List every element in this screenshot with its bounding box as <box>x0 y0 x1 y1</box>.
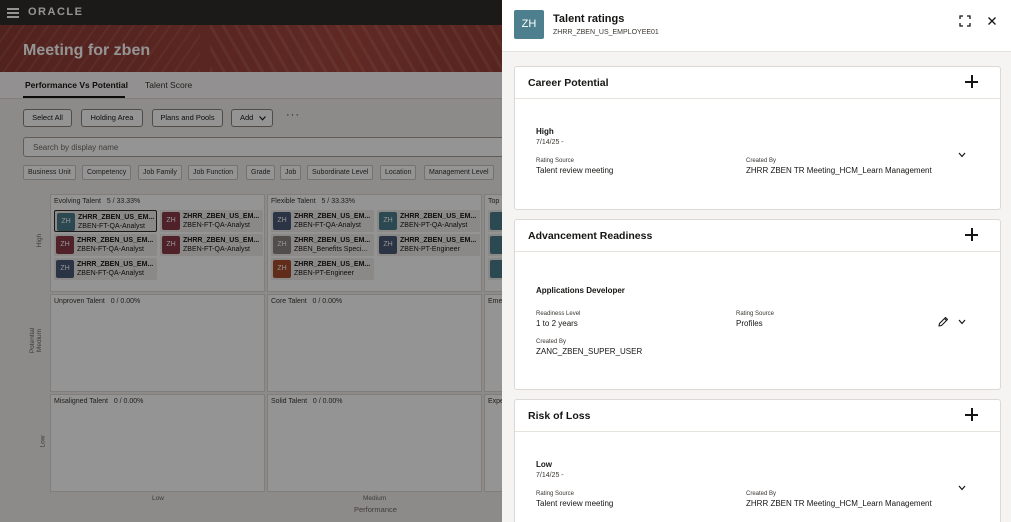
rating-source-value: Talent review meeting <box>536 166 614 175</box>
drawer-subtitle: ZHRR_ZBEN_US_EMPLOYEE01 <box>553 29 659 36</box>
field-label: Rating Source <box>536 491 575 497</box>
rating-date: 7/14/25 - <box>536 472 564 479</box>
section-title: Advancement Readiness <box>528 230 653 242</box>
advancement-value: Applications Developer <box>536 286 625 295</box>
career-potential-section: Career Potential High 7/14/25 - Rating S… <box>514 66 1001 210</box>
expand-icon[interactable] <box>958 14 972 28</box>
drawer-title: Talent ratings <box>553 13 625 25</box>
chevron-down-icon[interactable] <box>958 319 966 325</box>
field-label: Created By <box>746 491 777 497</box>
field-label: Readiness Level <box>536 311 581 317</box>
field-label: Rating Source <box>736 311 775 317</box>
field-label: Rating Source <box>536 158 575 164</box>
rating-source-value: Profiles <box>736 319 763 328</box>
field-label: Created By <box>746 158 777 164</box>
risk-of-loss-section: Risk of Loss Low 7/14/25 - Rating Source… <box>514 399 1001 522</box>
chevron-down-icon[interactable] <box>958 152 966 158</box>
career-potential-value: High <box>536 127 554 136</box>
avatar: ZH <box>514 10 544 39</box>
section-title: Career Potential <box>528 77 609 89</box>
close-icon[interactable] <box>985 14 999 28</box>
created-by-value: ZHRR ZBEN TR Meeting_HCM_Learn Managemen… <box>746 166 932 175</box>
rating-date: 7/14/25 - <box>536 139 564 146</box>
field-label: Created By <box>536 339 567 345</box>
add-icon[interactable] <box>965 408 979 422</box>
rating-source-value: Talent review meeting <box>536 499 614 508</box>
risk-of-loss-value: Low <box>536 460 552 469</box>
drawer-header: ZH Talent ratings ZHRR_ZBEN_US_EMPLOYEE0… <box>502 0 1011 52</box>
advancement-readiness-section: Advancement Readiness Applications Devel… <box>514 219 1001 390</box>
add-icon[interactable] <box>965 75 979 89</box>
created-by-value: ZANC_ZBEN_SUPER_USER <box>536 347 643 356</box>
talent-ratings-drawer: ZH Talent ratings ZHRR_ZBEN_US_EMPLOYEE0… <box>502 0 1011 522</box>
edit-icon[interactable] <box>938 316 949 327</box>
add-icon[interactable] <box>965 228 979 242</box>
readiness-level-value: 1 to 2 years <box>536 319 578 328</box>
chevron-down-icon[interactable] <box>958 485 966 491</box>
section-title: Risk of Loss <box>528 410 591 422</box>
created-by-value: ZHRR ZBEN TR Meeting_HCM_Learn Managemen… <box>746 499 932 508</box>
